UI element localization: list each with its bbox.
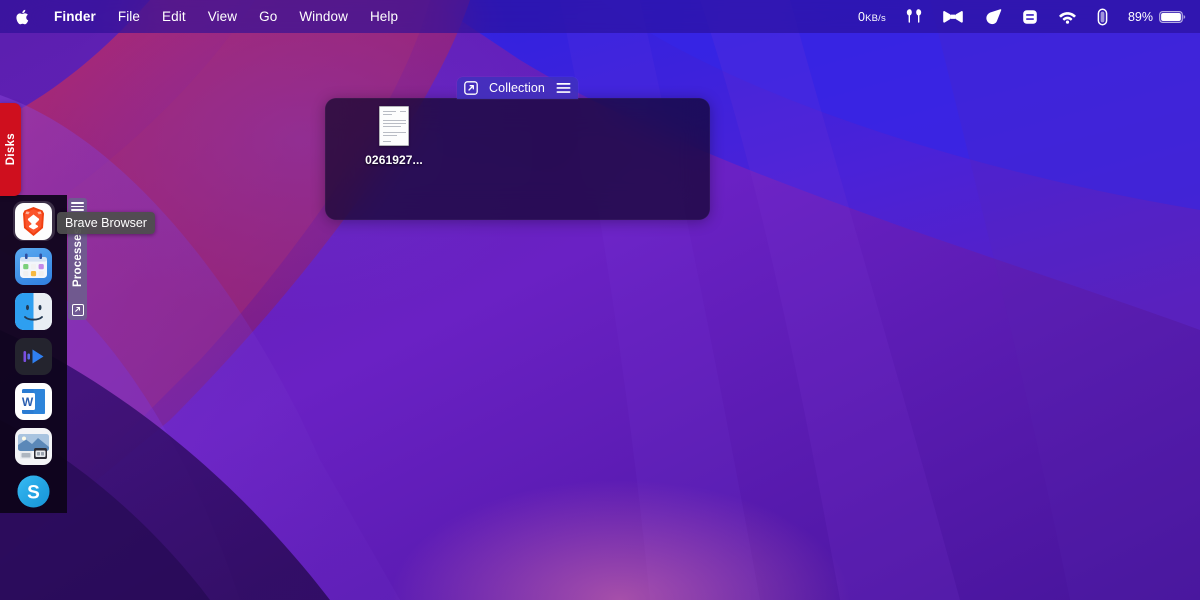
bowtie-icon[interactable] (932, 0, 974, 33)
vpn-shield-icon[interactable] (974, 0, 1012, 33)
document-page-icon (379, 106, 409, 146)
sidebar-tab-disks[interactable]: Disks (0, 103, 21, 196)
word-icon: W (15, 382, 52, 420)
collection-file-name: 0261927... (365, 153, 423, 167)
disks-tab-label: Disks (4, 133, 17, 166)
network-speed-indicator[interactable]: 0KB/s (848, 0, 896, 33)
menu-bar: Finder File Edit View Go Window Help 0KB… (0, 0, 1200, 33)
menu-bar-status-area: 0KB/s 89% (848, 0, 1200, 33)
dock-item-image-capture[interactable] (14, 427, 54, 465)
expand-square-icon[interactable] (71, 304, 84, 316)
network-speed-unit: KB/s (865, 12, 886, 24)
tooltip-brave-browser: Brave Browser (57, 212, 155, 234)
wifi-icon[interactable] (1048, 0, 1087, 33)
finder-face-icon (15, 292, 52, 330)
menu-item-file[interactable]: File (107, 6, 151, 28)
menu-item-go[interactable]: Go (248, 6, 288, 28)
collection-file-item[interactable]: 0261927... (354, 106, 434, 167)
hamburger-menu-icon[interactable] (556, 82, 571, 94)
control-center-icon[interactable] (1012, 0, 1048, 33)
launchpad-grid-icon (15, 247, 52, 285)
dock-item-media-player[interactable] (14, 337, 54, 375)
collection-titlebar[interactable]: Collection (457, 77, 578, 99)
desktop-wallpaper (0, 0, 1200, 600)
menu-item-view[interactable]: View (197, 6, 248, 28)
apple-logo-icon[interactable] (12, 6, 30, 28)
wallpaper-art (0, 0, 1200, 600)
skype-icon: S (15, 473, 52, 510)
collection-title-label: Collection (489, 81, 545, 95)
arrow-out-square-icon[interactable] (464, 81, 478, 95)
battery-pill-icon[interactable] (1087, 0, 1118, 33)
svg-text:S: S (27, 482, 40, 503)
svg-text:W: W (22, 395, 34, 409)
menu-item-edit[interactable]: Edit (151, 6, 197, 28)
media-player-icon (15, 337, 52, 375)
dock-item-finder[interactable] (14, 292, 54, 330)
dock-item-skype[interactable]: S (14, 472, 54, 510)
battery-percent-label: 89% (1127, 9, 1153, 24)
menu-bar-left: Finder File Edit View Go Window Help (0, 0, 409, 33)
tooltip-label: Brave Browser (65, 216, 147, 230)
dock-item-launchpad[interactable] (14, 247, 54, 285)
image-capture-icon (15, 427, 52, 465)
menu-item-help[interactable]: Help (359, 6, 409, 28)
hamburger-menu-icon[interactable] (71, 202, 84, 211)
airpods-icon[interactable] (896, 0, 932, 33)
dock-item-microsoft-word[interactable]: W (14, 382, 54, 420)
menu-item-window[interactable]: Window (288, 6, 359, 28)
dock: W S (0, 195, 67, 513)
collection-panel[interactable]: 0261927... (325, 98, 710, 220)
brave-lion-icon (15, 202, 52, 240)
battery-status[interactable]: 89% (1118, 0, 1188, 33)
dock-item-brave-browser[interactable] (12, 201, 55, 241)
menu-item-finder[interactable]: Finder (43, 6, 107, 28)
battery-icon (1159, 10, 1186, 23)
